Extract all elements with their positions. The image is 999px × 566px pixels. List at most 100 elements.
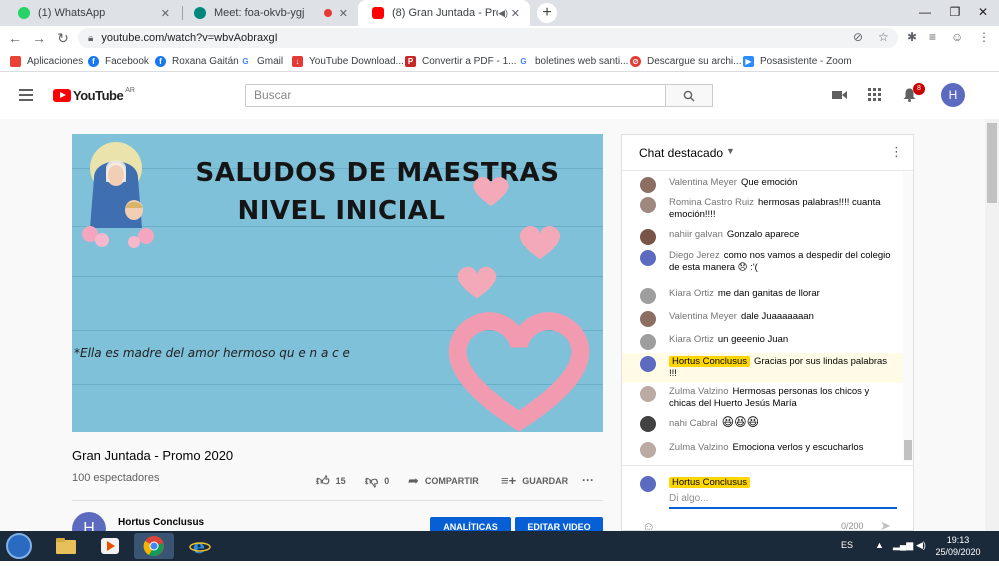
file-explorer-icon[interactable]	[46, 533, 86, 559]
network-signal-icon[interactable]: ▂▄▆	[893, 540, 913, 551]
new-tab-button[interactable]: +	[537, 3, 557, 23]
chat-author[interactable]: Zulma Valzino	[669, 442, 729, 453]
internet-explorer-icon[interactable]: e	[180, 533, 220, 559]
bookmark-gmail[interactable]: G Gmail	[240, 53, 283, 69]
send-icon[interactable]: ➤	[880, 518, 891, 530]
extensions-icon[interactable]: ✱	[907, 30, 917, 44]
youtube-logo[interactable]: YouTube AR	[53, 87, 135, 103]
start-button[interactable]	[6, 533, 32, 559]
chat-mode-selector[interactable]: Chat destacado	[639, 146, 723, 160]
bookmark-boletines[interactable]: G boletines web santi...	[518, 53, 628, 69]
hamburger-menu-icon[interactable]	[19, 89, 33, 101]
chat-author[interactable]: Hortus Conclusus	[669, 356, 750, 367]
bookmark-label: Convertir a PDF - 1...	[422, 55, 517, 67]
bookmark-descargue[interactable]: ⊘ Descargue su archi...	[630, 53, 742, 69]
save-label: GUARDAR	[522, 475, 569, 486]
chat-message-owner: Hortus Conclusus Gracias por sus lindas p…	[622, 353, 903, 383]
tab-youtube[interactable]: (8) Gran Juntada - Promo 20 ◀) ✕	[358, 0, 530, 26]
blocked-icon: ⊘	[630, 55, 641, 67]
chat-author[interactable]: Kiara Ortiz	[669, 334, 714, 345]
chat-author[interactable]: Valentina Meyer	[669, 311, 737, 322]
save-button[interactable]: ≡+ GUARDAR	[501, 473, 568, 488]
tab-title: (1) WhatsApp	[38, 7, 106, 19]
caret-down-icon[interactable]: ▼	[726, 146, 735, 156]
chat-message-input[interactable]: Di algo...	[669, 493, 897, 509]
search-input[interactable]: Buscar	[245, 84, 666, 107]
channel-name[interactable]: Hortus Conclusus	[118, 517, 204, 528]
browser-tab-strip: (1) WhatsApp ✕ Meet: foa-okvb-ygj ✕ (8) …	[0, 0, 999, 26]
bookmark-roxana[interactable]: f Roxana Gaitán	[155, 53, 239, 69]
heart-decoration	[457, 266, 497, 299]
wood-plank-line	[72, 276, 603, 277]
search-button[interactable]	[666, 84, 713, 107]
more-actions-button[interactable]: ···	[582, 473, 594, 487]
chat-text: me dan ganitas de llorar	[717, 288, 820, 299]
chat-scrollbar[interactable]	[903, 172, 913, 462]
tab-meet[interactable]: Meet: foa-okvb-ygj ✕	[180, 0, 358, 26]
emoji-icon[interactable]: ☺	[642, 519, 655, 530]
maximize-icon[interactable]: ❐	[940, 0, 970, 26]
lock-icon: 🔒︎	[88, 32, 94, 44]
close-icon[interactable]: ✕	[511, 7, 520, 20]
camera-blocked-icon[interactable]: ⊘	[853, 30, 863, 44]
url-text: youtube.com/watch?v=wbvAobraxgI	[101, 32, 278, 44]
bookmark-youtube-downloader[interactable]: ↓ YouTube Download...	[292, 53, 404, 69]
address-bar[interactable]: 🔒︎ youtube.com/watch?v=wbvAobraxgI	[78, 28, 898, 48]
chrome-icon[interactable]	[134, 533, 174, 559]
chat-text: dale Juaaaaaaan	[740, 311, 814, 322]
chat-author[interactable]: Romina Castro Ruiz	[669, 197, 754, 208]
back-icon[interactable]: ←	[6, 29, 24, 47]
media-player-icon[interactable]	[90, 533, 130, 559]
profile-icon[interactable]: ☺	[951, 30, 963, 44]
recording-icon	[324, 9, 332, 17]
virgin-mary-image	[82, 142, 154, 248]
whatsapp-icon	[18, 7, 30, 19]
dislike-button[interactable]: 👎︎ 0	[365, 473, 389, 489]
chat-scrollbar-thumb[interactable]	[904, 440, 912, 460]
video-player[interactable]: SALUDOS DE MAESTRAS NIVEL INICIAL *Ella …	[72, 134, 603, 432]
page-scrollbar-thumb[interactable]	[987, 123, 997, 203]
chat-avatar	[640, 197, 656, 213]
bookmark-star-icon[interactable]: ☆	[878, 30, 889, 44]
close-icon[interactable]: ✕	[161, 7, 170, 20]
bookmark-zoom[interactable]: ▶ Posasistente - Zoom	[743, 53, 852, 69]
tab-whatsapp[interactable]: (1) WhatsApp ✕	[4, 0, 180, 26]
facebook-icon: f	[88, 55, 99, 67]
chat-author[interactable]: Diego Jerez	[669, 250, 720, 261]
yarn-heart-decoration	[448, 312, 590, 432]
chat-author[interactable]: nahi Cabral	[669, 418, 718, 429]
bookmark-label: Descargue su archi...	[647, 55, 742, 67]
bookmark-pdf[interactable]: P Convertir a PDF - 1...	[405, 53, 516, 69]
facebook-icon: f	[155, 55, 166, 67]
user-avatar[interactable]: H	[941, 83, 965, 107]
chat-author[interactable]: Valentina Meyer	[669, 177, 737, 188]
reload-icon[interactable]: ↻	[54, 29, 72, 47]
clock-time: 19:13	[946, 535, 970, 545]
chat-text: Que emoción	[740, 177, 798, 188]
download-icon: ↓	[292, 55, 303, 67]
chat-more-icon[interactable]: ⋮	[890, 144, 903, 160]
tray-up-arrow-icon[interactable]: ▲	[875, 540, 884, 550]
like-button[interactable]: 👍︎ 15	[316, 473, 346, 489]
bookmark-apps[interactable]: Aplicaciones	[10, 53, 83, 69]
create-video-icon[interactable]	[832, 88, 847, 104]
chat-author[interactable]: Zulma Valzino	[669, 386, 729, 397]
close-window-icon[interactable]: ✕	[968, 0, 998, 26]
apps-grid-icon[interactable]	[868, 88, 881, 104]
speaker-icon[interactable]: ◀)	[498, 8, 508, 19]
minimize-icon[interactable]: —	[910, 0, 940, 26]
chat-message: Diego Jerez como nos vamos a despedir del…	[622, 250, 903, 274]
input-language[interactable]: ES	[841, 540, 853, 550]
chat-text: 😆😆😆	[721, 415, 760, 429]
system-clock[interactable]: 19:13 25/09/2020	[934, 534, 982, 558]
close-icon[interactable]: ✕	[339, 7, 348, 20]
chat-author[interactable]: Kiara Ortiz	[669, 288, 714, 299]
chat-author[interactable]: nahiir galvan	[669, 229, 723, 240]
share-button[interactable]: ➦ COMPARTIR	[408, 473, 479, 489]
search-icon	[683, 90, 695, 102]
browser-menu-icon[interactable]: ⋮	[978, 30, 990, 44]
volume-icon[interactable]: ◀)	[916, 540, 926, 551]
bookmark-facebook[interactable]: f Facebook	[88, 53, 149, 69]
forward-icon[interactable]: →	[30, 29, 48, 47]
media-control-icon[interactable]: ≡	[929, 30, 936, 44]
